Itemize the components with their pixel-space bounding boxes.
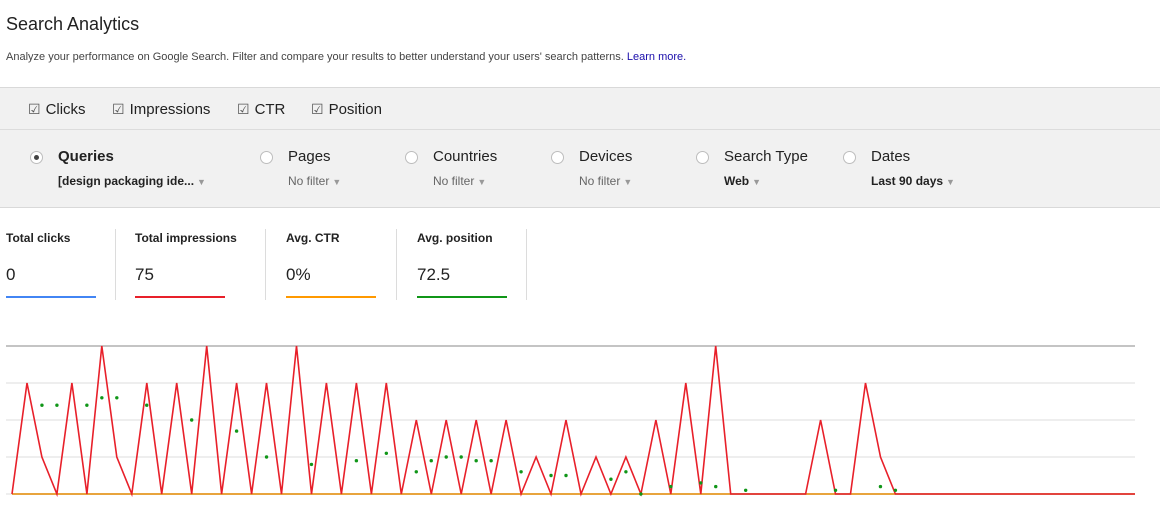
chart-point bbox=[264, 455, 269, 459]
chart-point bbox=[459, 455, 463, 459]
chart-point bbox=[519, 470, 523, 474]
stat-color-bar bbox=[286, 296, 376, 298]
chart-point bbox=[549, 473, 553, 478]
filter-value: No filter bbox=[288, 174, 330, 188]
dimension-label: Countries bbox=[433, 148, 498, 165]
page-title: Search Analytics bbox=[6, 14, 140, 34]
dimension-label: Search Type bbox=[724, 148, 808, 165]
chart-point bbox=[429, 459, 433, 463]
dimension-label: Pages bbox=[288, 148, 331, 165]
checkbox-checked-icon[interactable]: ☑ bbox=[112, 101, 125, 117]
dropdown-caret-icon: ▼ bbox=[752, 177, 762, 187]
chart-point bbox=[564, 473, 568, 478]
clicks-toggle-label: Clicks bbox=[45, 101, 86, 118]
dropdown-caret-icon: ▼ bbox=[623, 177, 633, 187]
chart-point bbox=[743, 488, 748, 492]
chart-point bbox=[878, 484, 883, 489]
dropdown-caret-icon: ▼ bbox=[332, 177, 342, 187]
impressions-toggle[interactable]: ☑ Impressions bbox=[112, 101, 210, 118]
stat-label: Total clicks bbox=[6, 231, 71, 245]
chart-point bbox=[115, 396, 119, 400]
devices-filter-dropdown[interactable]: No filter ▼ bbox=[579, 174, 632, 188]
stat-color-bar bbox=[135, 296, 225, 298]
filter-value: [design packaging ide... bbox=[58, 174, 195, 188]
radio-icon[interactable] bbox=[260, 151, 273, 164]
chart-point bbox=[234, 429, 239, 433]
dropdown-caret-icon: ▼ bbox=[946, 177, 955, 187]
radio-icon[interactable] bbox=[405, 151, 418, 164]
chart-point bbox=[474, 459, 478, 463]
stat-divider bbox=[526, 229, 527, 300]
ctr-toggle[interactable]: ☑ CTR bbox=[237, 101, 285, 118]
chart-point bbox=[699, 481, 703, 485]
chart-point bbox=[414, 470, 418, 474]
filter-value: Last 90 days bbox=[871, 174, 944, 188]
countries-filter-dropdown[interactable]: No filter ▼ bbox=[433, 174, 486, 188]
impressions-toggle-label: Impressions bbox=[129, 101, 211, 118]
stat-value: 0 bbox=[6, 265, 16, 284]
chart-point bbox=[489, 459, 493, 463]
page-description: Analyze your performance on Google Searc… bbox=[6, 51, 686, 63]
chart-point bbox=[354, 459, 359, 463]
chart-point bbox=[893, 488, 898, 492]
filter-value: Web bbox=[724, 174, 750, 188]
radio-selected-icon[interactable] bbox=[30, 151, 43, 164]
chart-point bbox=[714, 484, 718, 489]
chart-point bbox=[189, 418, 194, 422]
chart-point bbox=[85, 403, 89, 407]
checkbox-checked-icon[interactable]: ☑ bbox=[28, 101, 41, 117]
stat-divider bbox=[115, 229, 116, 300]
radio-icon[interactable] bbox=[696, 151, 709, 164]
performance-chart[interactable] bbox=[0, 320, 1140, 510]
queries-filter-dropdown[interactable]: [design packaging ide... ▼ bbox=[58, 174, 206, 188]
stat-value: 75 bbox=[135, 265, 154, 284]
stat-divider bbox=[396, 229, 397, 300]
stat-divider bbox=[265, 229, 266, 300]
chart-point bbox=[145, 403, 149, 407]
chart-point bbox=[624, 470, 628, 474]
chart-point bbox=[40, 403, 44, 407]
chart-point bbox=[609, 477, 613, 481]
filter-value: No filter bbox=[433, 174, 475, 188]
pages-filter-dropdown[interactable]: No filter ▼ bbox=[288, 174, 341, 188]
stat-label: Avg. position bbox=[417, 231, 493, 245]
chart-point bbox=[669, 484, 673, 489]
radio-icon[interactable] bbox=[843, 151, 856, 164]
chart-point bbox=[833, 488, 838, 492]
radio-icon[interactable] bbox=[551, 151, 564, 164]
chart-point bbox=[444, 455, 448, 459]
stat-value: 0% bbox=[286, 265, 311, 284]
filter-panel: ☑ Clicks ☑ Impressions ☑ CTR ☑ Position Quer… bbox=[0, 87, 1160, 208]
chart-point bbox=[639, 492, 643, 496]
checkbox-checked-icon[interactable]: ☑ bbox=[237, 101, 250, 117]
metric-toggle-row: ☑ Clicks ☑ Impressions ☑ CTR ☑ Position bbox=[0, 88, 1160, 130]
dimension-label: Dates bbox=[871, 148, 911, 165]
chart-point bbox=[100, 396, 104, 400]
position-toggle-label: Position bbox=[328, 101, 382, 118]
stat-value: 72.5 bbox=[417, 265, 451, 284]
checkbox-checked-icon[interactable]: ☑ bbox=[311, 101, 324, 117]
stat-label: Total impressions bbox=[135, 231, 237, 245]
dropdown-caret-icon: ▼ bbox=[197, 177, 206, 187]
description-text: Analyze your performance on Google Searc… bbox=[6, 51, 624, 63]
dimension-label: Devices bbox=[579, 148, 633, 165]
chart-point bbox=[384, 451, 389, 455]
ctr-toggle-label: CTR bbox=[254, 101, 286, 118]
stat-color-bar bbox=[6, 296, 96, 298]
learn-more-link[interactable]: Learn more. bbox=[627, 51, 686, 63]
stat-color-bar bbox=[417, 296, 507, 298]
dates-dropdown[interactable]: Last 90 days ▼ bbox=[871, 174, 955, 188]
position-toggle[interactable]: ☑ Position bbox=[311, 101, 382, 118]
chart-point bbox=[309, 462, 314, 467]
chart-point bbox=[55, 403, 59, 407]
clicks-toggle[interactable]: ☑ Clicks bbox=[28, 101, 86, 118]
dropdown-caret-icon: ▼ bbox=[477, 177, 487, 187]
filter-value: No filter bbox=[579, 174, 621, 188]
stat-label: Avg. CTR bbox=[286, 231, 340, 245]
search-type-dropdown[interactable]: Web ▼ bbox=[724, 174, 761, 188]
dimension-label: Queries bbox=[58, 148, 114, 165]
